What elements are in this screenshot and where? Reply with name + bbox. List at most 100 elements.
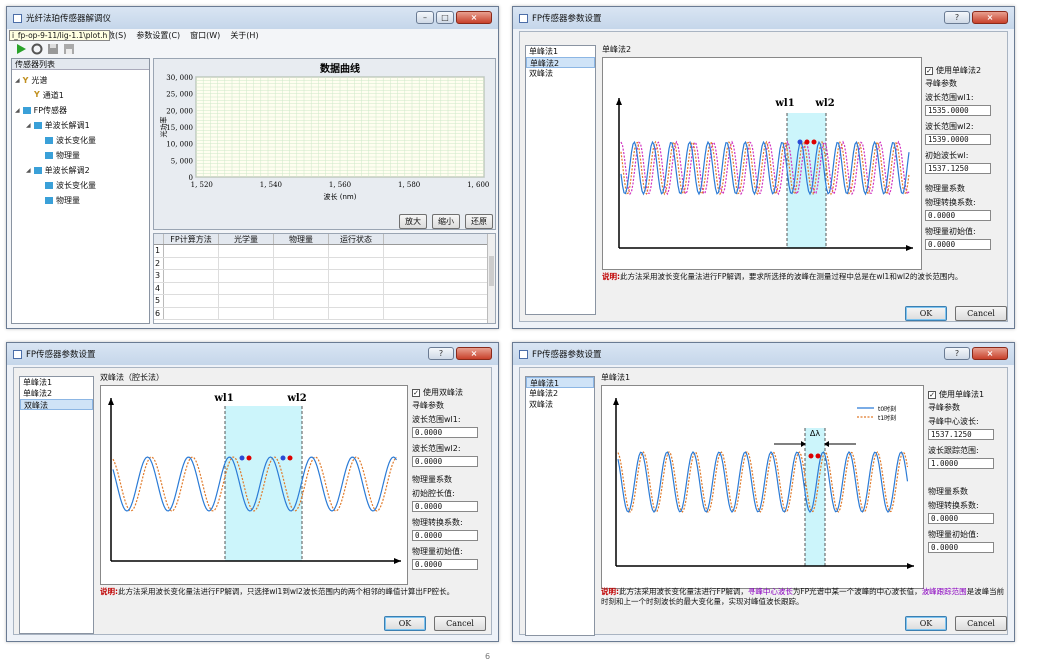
table-row[interactable]: 3: [154, 270, 495, 283]
x-tick-label: 1, 560: [329, 181, 351, 189]
table-cell: [164, 295, 219, 307]
method-item-double[interactable]: 双峰法: [526, 68, 595, 79]
tree-item-wl-change2[interactable]: 波长变化量: [45, 180, 96, 191]
table-scrollbar[interactable]: [487, 234, 495, 323]
method-list: 单峰法1 单峰法2 双峰法: [19, 376, 94, 634]
conv-coef-input[interactable]: 0.0000: [928, 513, 994, 524]
tree-item-physical2[interactable]: 物理量: [45, 195, 80, 206]
col-optical[interactable]: 光学量: [219, 234, 274, 244]
close-button[interactable]: ×: [456, 347, 492, 360]
use-method-checkbox[interactable]: ✓ 使用单峰法2: [925, 64, 1005, 77]
ok-button[interactable]: OK: [905, 306, 947, 321]
dialog-client: 单峰法1 单峰法2 双峰法 双峰法（腔长法） wl1 wl2 ✓ 使用双峰法 寻峰参…: [13, 367, 492, 635]
sensor-icon: [45, 197, 53, 204]
check-icon: ✓: [925, 66, 933, 75]
table-cell: [219, 282, 274, 294]
center-wl-label: 寻峰中心波长:: [928, 417, 979, 426]
init-phys-input[interactable]: 0.0000: [928, 542, 994, 553]
menu-item-window[interactable]: 窗口(W): [190, 30, 220, 41]
y-tick-label: 30, 000: [166, 74, 193, 82]
table-cell: [274, 282, 329, 294]
track-range-input[interactable]: 1.0000: [928, 458, 994, 469]
cancel-button[interactable]: Cancel: [434, 616, 486, 631]
play-icon[interactable]: [15, 43, 27, 55]
zoom-in-button[interactable]: 放大: [399, 214, 427, 229]
close-button[interactable]: ×: [972, 11, 1008, 24]
y-axis-arrow: [613, 398, 619, 405]
method-item-single1[interactable]: 单峰法1: [526, 377, 594, 388]
param-panel: ✓ 使用单峰法1 寻峰参数 寻峰中心波长: 1537.1250 波长跟踪范围: 1…: [928, 388, 1008, 557]
peak-dot: [804, 139, 810, 145]
reset-button[interactable]: 还原: [465, 214, 493, 229]
tree-item-spectrum[interactable]: ◢ Y 光谱: [15, 75, 47, 86]
method-item-single1[interactable]: 单峰法1: [20, 377, 93, 388]
y-tick-label: 0: [189, 174, 193, 182]
close-button[interactable]: ×: [456, 11, 492, 24]
table-cell: [219, 270, 274, 282]
ok-button[interactable]: OK: [905, 616, 947, 631]
table-cell: [164, 245, 219, 257]
method-list: 单峰法1 单峰法2 双峰法: [525, 376, 595, 636]
save-as-icon[interactable]: [63, 43, 75, 55]
cancel-button[interactable]: Cancel: [955, 306, 1007, 321]
tree-item-demod1[interactable]: ◢ 单波长解调1: [26, 120, 90, 131]
cancel-button[interactable]: Cancel: [955, 616, 1007, 631]
save-icon[interactable]: [47, 43, 59, 55]
center-wl-input[interactable]: 1537.1250: [928, 429, 994, 440]
init-phys-input[interactable]: 0.0000: [925, 239, 991, 250]
conv-coef-input[interactable]: 0.0000: [412, 530, 478, 541]
main-window: 光纤法珀传感器解调仪 – □ × 数(S) 参数设置(C) 窗口(W) 关于(H…: [6, 6, 499, 329]
method-item-single1[interactable]: 单峰法1: [526, 46, 595, 57]
help-button[interactable]: ?: [428, 347, 454, 360]
wl2-input[interactable]: 1539.0000: [925, 134, 991, 145]
maximize-button[interactable]: □: [436, 11, 454, 24]
peak-params-label: 寻峰参数: [925, 79, 957, 88]
app-icon: [13, 13, 22, 23]
method-item-single2[interactable]: 单峰法2: [20, 388, 93, 399]
method-item-single2[interactable]: 单峰法2: [526, 57, 595, 68]
wl1-input[interactable]: 1535.0000: [925, 105, 991, 116]
table-row[interactable]: 4: [154, 282, 495, 295]
y-axis-label: 光功率: [159, 117, 168, 138]
peak-diagram: wl1 wl2: [100, 385, 408, 585]
tree-item-demod2[interactable]: ◢ 单波长解调2: [26, 165, 90, 176]
app-icon: [13, 349, 22, 359]
init-phys-input[interactable]: 0.0000: [412, 559, 478, 570]
use-method-checkbox[interactable]: ✓ 使用单峰法1: [928, 388, 1008, 401]
tree-item-physical1[interactable]: 物理量: [45, 150, 80, 161]
table-row[interactable]: 6: [154, 307, 495, 320]
fringe-t0: [617, 451, 909, 513]
tree-item-fp-sensor[interactable]: ◢ FP传感器: [15, 105, 67, 116]
zoom-out-button[interactable]: 缩小: [432, 214, 460, 229]
wl2-label: wl2: [814, 98, 834, 109]
init-cavity-input[interactable]: 0.0000: [412, 501, 478, 512]
help-button[interactable]: ?: [944, 11, 970, 24]
tree-item-channel1[interactable]: Y 通道1: [34, 90, 64, 101]
method-item-double[interactable]: 双峰法: [526, 399, 594, 410]
minimize-button[interactable]: –: [416, 11, 434, 24]
col-physical[interactable]: 物理量: [274, 234, 329, 244]
help-button[interactable]: ?: [944, 347, 970, 360]
close-button[interactable]: ×: [972, 347, 1008, 360]
menu-item-about[interactable]: 关于(H): [230, 30, 258, 41]
table-row[interactable]: 5: [154, 295, 495, 308]
wl2-input[interactable]: 0.0000: [412, 456, 478, 467]
menu-item-params[interactable]: 参数设置(C): [136, 30, 180, 41]
tree-item-wl-change1[interactable]: 波长变化量: [45, 135, 96, 146]
method-item-double[interactable]: 双峰法: [20, 399, 93, 410]
row-number: 1: [154, 245, 164, 257]
method-item-single2[interactable]: 单峰法2: [526, 388, 594, 399]
table-row[interactable]: 2: [154, 257, 495, 270]
stop-icon[interactable]: [31, 43, 43, 55]
table-row[interactable]: 1: [154, 245, 495, 258]
wl1-input[interactable]: 0.0000: [412, 427, 478, 438]
init-cavity-label: 初始腔长值:: [412, 489, 455, 498]
col-fp-method[interactable]: FP计算方法: [164, 234, 219, 244]
col-status[interactable]: 运行状态: [329, 234, 384, 244]
use-method-checkbox[interactable]: ✓ 使用双峰法: [412, 386, 492, 399]
ok-button[interactable]: OK: [384, 616, 426, 631]
dialog-double-peak: FP传感器参数设置 ? × 单峰法1 单峰法2 双峰法 双峰法（腔长法） wl1…: [6, 342, 499, 642]
conv-coef-input[interactable]: 0.0000: [925, 210, 991, 221]
x-tick-label: 1, 600: [467, 181, 489, 189]
init-wl-input[interactable]: 1537.1250: [925, 163, 991, 174]
